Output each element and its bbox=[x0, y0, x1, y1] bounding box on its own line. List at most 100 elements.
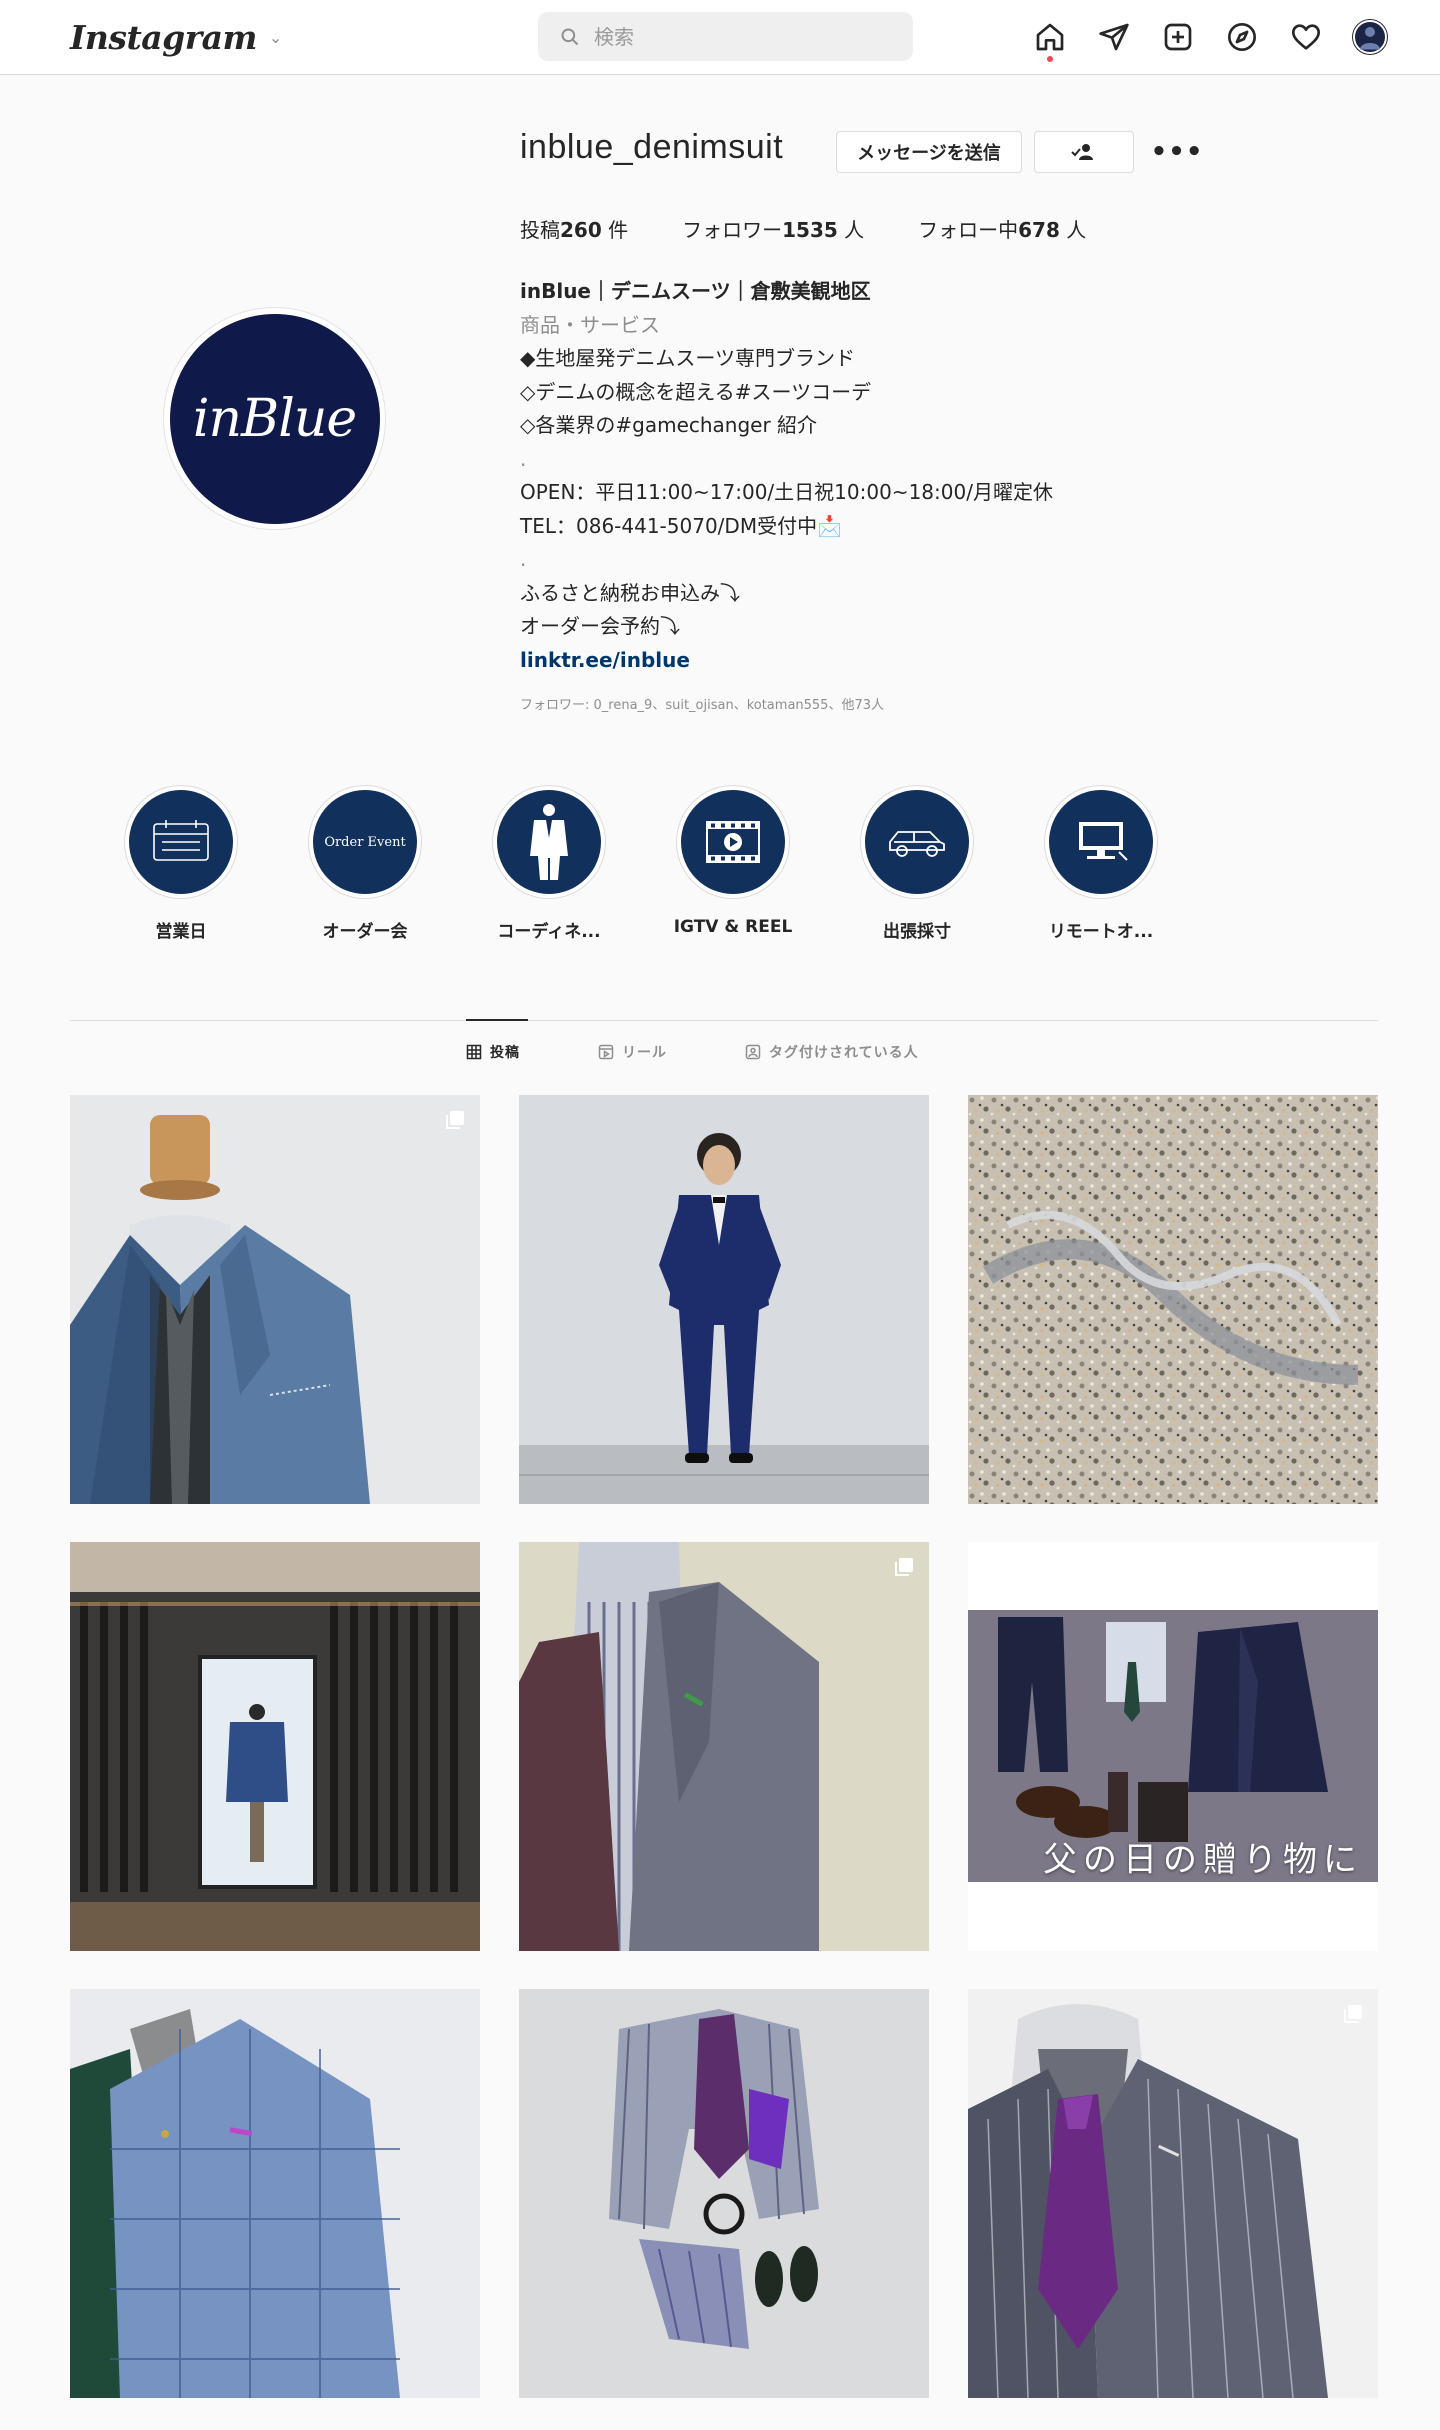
reels-icon bbox=[598, 1044, 614, 1060]
highlight-coordinate[interactable]: コーディネ... bbox=[492, 785, 606, 942]
post-thumbnail[interactable] bbox=[70, 1989, 480, 2398]
multiple-images-icon bbox=[1344, 2005, 1362, 2023]
highlight-label: 出張採寸 bbox=[883, 922, 951, 942]
profile-tabs: 投稿 リール タグ付けされている人 bbox=[466, 1042, 919, 1062]
highlight-ring bbox=[492, 785, 606, 899]
person-check-icon bbox=[1071, 144, 1093, 160]
notification-dot bbox=[1047, 56, 1053, 62]
tagged-icon bbox=[745, 1044, 761, 1060]
home-icon[interactable] bbox=[1018, 14, 1082, 62]
post-image bbox=[519, 1542, 929, 1951]
tab-label: 投稿 bbox=[490, 1045, 520, 1061]
nav-icons bbox=[1018, 14, 1402, 62]
profile-category: 商品・サービス bbox=[520, 312, 660, 337]
bio-line: ◇各業界の#gamechanger 紹介 bbox=[520, 413, 818, 437]
instagram-logo[interactable]: Instagram ⌄ bbox=[70, 14, 282, 60]
bio-line: オーダー会予約⤵︎ bbox=[520, 614, 680, 638]
chevron-down-icon[interactable]: ⌄ bbox=[269, 28, 282, 47]
highlight-igtv-reel[interactable]: IGTV & REEL bbox=[674, 785, 792, 942]
post-image bbox=[968, 1095, 1378, 1504]
posts-count[interactable]: 投稿260 件 bbox=[520, 214, 628, 243]
tabs-divider bbox=[70, 1020, 1378, 1021]
tab-tagged[interactable]: タグ付けされている人 bbox=[745, 1042, 919, 1062]
new-post-icon[interactable] bbox=[1146, 14, 1210, 60]
highlight-label: リモートオ... bbox=[1048, 922, 1154, 942]
post-thumbnail[interactable] bbox=[968, 1989, 1378, 2398]
highlight-ring bbox=[1044, 785, 1158, 899]
post-thumbnail[interactable] bbox=[70, 1542, 480, 1951]
post-thumbnail[interactable] bbox=[519, 1542, 929, 1951]
profile-username: inblue_denimsuit bbox=[520, 128, 784, 166]
post-image bbox=[519, 1989, 929, 2398]
bio-line: ふるさと納税お申込み⤵︎ bbox=[520, 580, 740, 605]
calendar-icon bbox=[129, 790, 233, 894]
post-caption-overlay: 父の日の贈り物に bbox=[1043, 1840, 1363, 1880]
search-box[interactable] bbox=[538, 12, 913, 61]
search-icon bbox=[561, 28, 579, 45]
bio-line: OPEN：平日11:00~17:00/土日祝10:00~18:00/月曜定休 bbox=[520, 480, 1053, 504]
highlight-label: コーディネ... bbox=[497, 922, 601, 942]
bio-line: ◆生地屋発デニムスーツ専門ブランド bbox=[520, 346, 855, 370]
suit-figure-icon bbox=[497, 790, 601, 894]
bio-line: . bbox=[520, 547, 527, 571]
highlight-business-days[interactable]: 営業日 bbox=[124, 785, 238, 942]
highlight-order-event[interactable]: Order Event オーダー会 bbox=[308, 785, 422, 942]
activity-heart-icon[interactable] bbox=[1274, 14, 1338, 60]
bio-line: ◇デニムの概念を超える#スーツコーデ bbox=[520, 379, 872, 404]
profile-avatar[interactable]: inBlue bbox=[163, 307, 386, 530]
send-message-button[interactable]: メッセージを送信 bbox=[836, 131, 1022, 173]
posts-grid: 父の日の贈り物に bbox=[70, 1095, 1378, 2398]
grid-icon bbox=[466, 1044, 482, 1060]
profile-stats: 投稿260 件 フォロワー1535 人 フォロー中678 人 bbox=[520, 214, 1086, 243]
direct-icon[interactable] bbox=[1082, 14, 1146, 60]
active-tab-indicator bbox=[466, 1019, 528, 1021]
brand-logo-avatar: inBlue bbox=[169, 313, 380, 524]
highlight-ring bbox=[676, 785, 790, 899]
more-options-icon[interactable]: ••• bbox=[1151, 133, 1203, 171]
search-input[interactable] bbox=[594, 24, 894, 49]
following-button[interactable] bbox=[1034, 131, 1134, 173]
car-icon bbox=[865, 790, 969, 894]
film-icon bbox=[681, 790, 785, 894]
bio-line: . bbox=[520, 446, 527, 471]
profile-display-name: inBlue｜デニムスーツ｜倉敷美観地区 bbox=[520, 279, 871, 303]
avatar bbox=[1353, 20, 1387, 54]
post-thumbnail[interactable] bbox=[968, 1095, 1378, 1504]
explore-icon[interactable] bbox=[1210, 14, 1274, 60]
highlight-onsite-measurement[interactable]: 出張採寸 bbox=[860, 785, 974, 942]
story-highlights: 営業日 Order Event オーダー会 コーディネ... IGTV & RE… bbox=[124, 785, 1158, 942]
highlight-remote-order[interactable]: リモートオ... bbox=[1044, 785, 1158, 942]
post-thumbnail[interactable]: 父の日の贈り物に bbox=[968, 1542, 1378, 1951]
post-thumbnail[interactable] bbox=[519, 1989, 929, 2398]
monitor-icon bbox=[1049, 790, 1153, 894]
highlight-ring: Order Event bbox=[308, 785, 422, 899]
order-event-icon: Order Event bbox=[313, 790, 417, 894]
post-thumbnail[interactable] bbox=[519, 1095, 929, 1504]
highlight-ring bbox=[860, 785, 974, 899]
bio-link[interactable]: linktr.ee/inblue bbox=[520, 644, 1220, 678]
highlight-label: 営業日 bbox=[155, 922, 207, 942]
tab-label: タグ付けされている人 bbox=[769, 1045, 919, 1061]
post-image bbox=[70, 1989, 480, 2398]
instagram-logo-text: Instagram bbox=[70, 17, 257, 57]
bio-line: TEL：086-441-5070/DM受付中📩 bbox=[520, 513, 842, 538]
tab-label: リール bbox=[622, 1045, 667, 1061]
highlight-label: IGTV & REEL bbox=[673, 917, 793, 937]
post-thumbnail[interactable] bbox=[70, 1095, 480, 1504]
multiple-images-icon bbox=[446, 1111, 464, 1129]
followed-by-text[interactable]: フォロワー: 0_rena_9、suit_ojisan、kotaman555、他… bbox=[520, 694, 884, 713]
tab-posts[interactable]: 投稿 bbox=[466, 1042, 520, 1062]
post-image bbox=[968, 1542, 1378, 1951]
top-navigation-bar: Instagram ⌄ bbox=[0, 0, 1440, 75]
profile-avatar-button[interactable] bbox=[1338, 14, 1402, 60]
followers-count[interactable]: フォロワー1535 人 bbox=[682, 214, 864, 243]
post-image bbox=[968, 1989, 1378, 2398]
post-image bbox=[519, 1095, 929, 1504]
post-image bbox=[70, 1095, 480, 1504]
post-image bbox=[70, 1542, 480, 1951]
highlight-ring bbox=[124, 785, 238, 899]
profile-bio: inBlue｜デニムスーツ｜倉敷美観地区 商品・サービス ◆生地屋発デニムスーツ… bbox=[520, 275, 1220, 677]
person-silhouette-icon bbox=[1360, 27, 1380, 50]
tab-reels[interactable]: リール bbox=[598, 1042, 667, 1062]
following-count[interactable]: フォロー中678 人 bbox=[918, 214, 1086, 243]
